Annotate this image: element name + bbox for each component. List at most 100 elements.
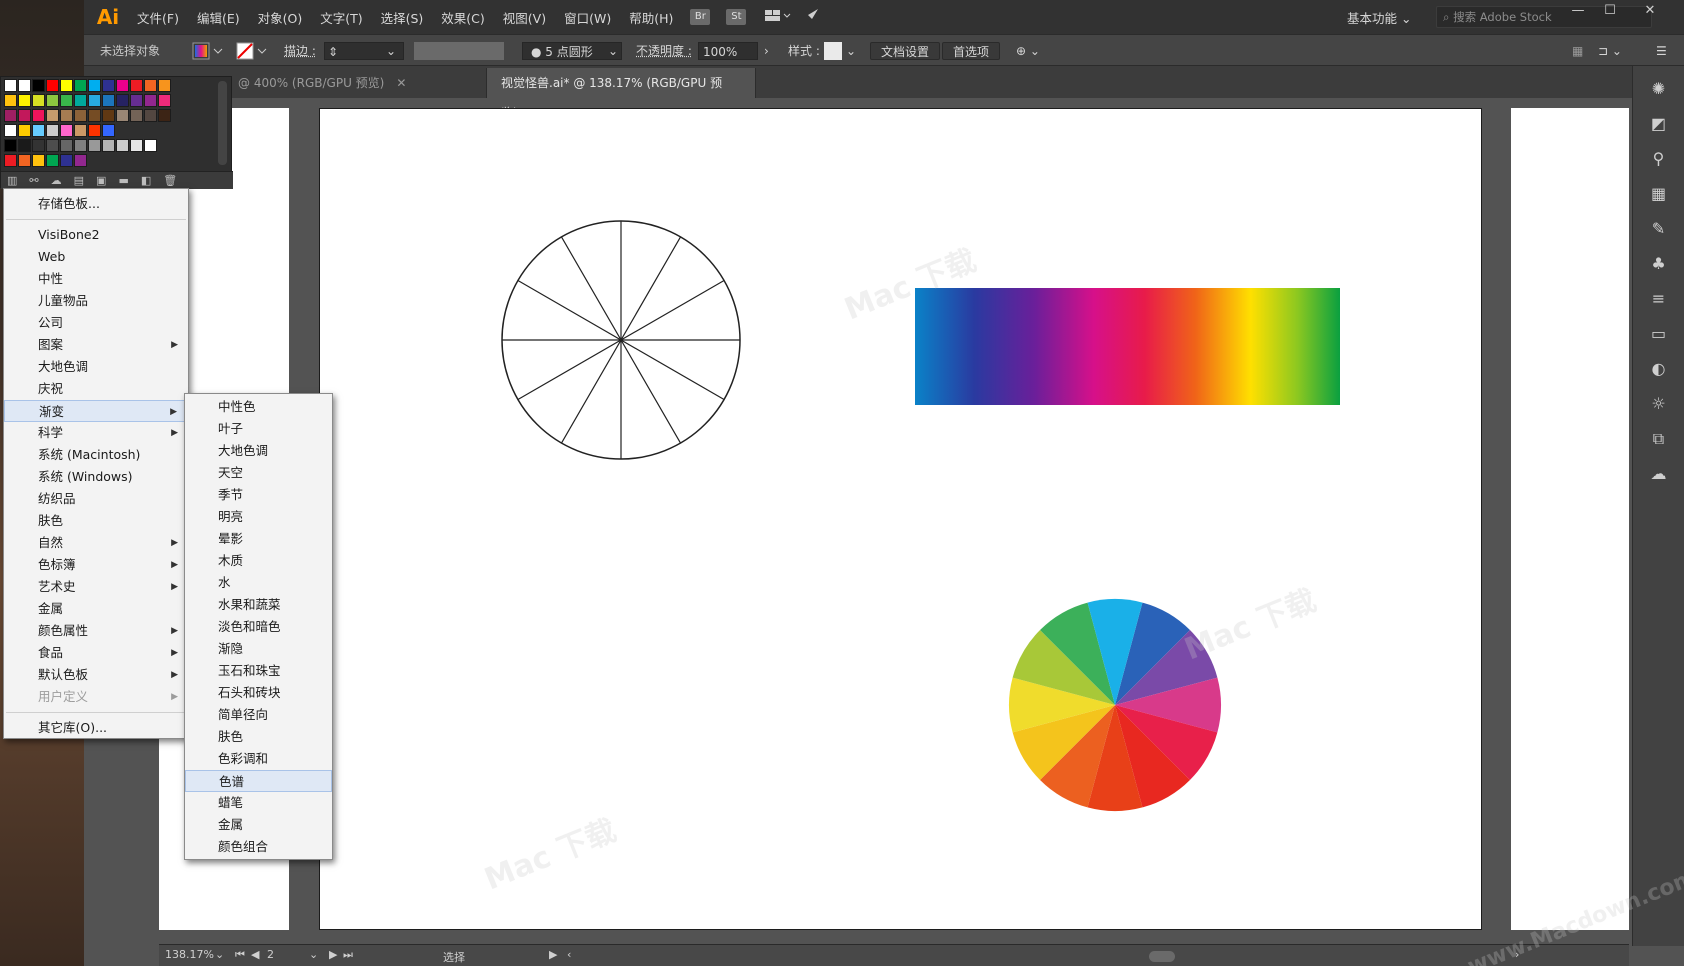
next-artboard-icon[interactable]: ▶ — [329, 948, 337, 961]
swatch-1-8[interactable] — [116, 94, 129, 107]
stroke-icon[interactable]: ≡ — [1647, 287, 1671, 311]
swatch-2-8[interactable] — [116, 109, 129, 122]
gradient-menu-item[interactable]: 晕影 — [185, 528, 332, 550]
artboard-number-field[interactable]: 2 — [267, 948, 274, 961]
gradient-menu-item[interactable]: 渐隐 — [185, 638, 332, 660]
swatch-3-4[interactable] — [60, 124, 73, 137]
swatch-5-5[interactable] — [74, 154, 87, 167]
close-window-button[interactable]: ✕ — [1636, 3, 1664, 21]
swatch-5-0[interactable] — [4, 154, 17, 167]
gradient-menu-item[interactable]: 淡色和暗色 — [185, 616, 332, 638]
swatch-0-2[interactable] — [32, 79, 45, 92]
document-setup-button[interactable]: 文档设置 — [870, 42, 940, 60]
library-menu-item[interactable]: 系统 (Macintosh) — [4, 444, 188, 466]
align-icon[interactable]: ▦ — [1572, 42, 1583, 60]
swatch-1-0[interactable] — [4, 94, 17, 107]
swatch-1-10[interactable] — [144, 94, 157, 107]
color-palette-icon[interactable]: ✺ — [1647, 77, 1671, 101]
swatch-0-8[interactable] — [116, 79, 129, 92]
zoom-dropdown-icon[interactable]: ⌄ — [215, 948, 224, 961]
swatch-2-11[interactable] — [158, 109, 171, 122]
gradient-menu-item[interactable]: 水果和蔬菜 — [185, 594, 332, 616]
graphic-style-swatch[interactable] — [824, 42, 842, 60]
library-menu-item[interactable]: 科学 ▶ — [4, 422, 188, 444]
gradient-menu-item[interactable]: 叶子 — [185, 418, 332, 440]
preferences-button[interactable]: 首选项 — [942, 42, 1000, 60]
workspace-switcher[interactable]: 基本功能 ⌄ — [1347, 8, 1411, 27]
swatch-2-1[interactable] — [18, 109, 31, 122]
fill-swatch[interactable] — [192, 42, 226, 60]
library-menu-item[interactable]: 纺织品 — [4, 488, 188, 510]
gradient-menu-item[interactable]: 色谱 — [185, 770, 332, 792]
swatch-1-6[interactable] — [88, 94, 101, 107]
scroll-left-icon[interactable]: ‹ — [567, 948, 571, 961]
gradient-menu-item[interactable]: 蜡笔 — [185, 792, 332, 814]
swatch-4-6[interactable] — [88, 139, 101, 152]
library-menu-item[interactable]: VisiBone2 — [4, 224, 188, 246]
library-menu-item[interactable]: 默认色板 ▶ — [4, 664, 188, 686]
menu-edit[interactable]: 编辑(E) — [188, 8, 249, 27]
minimize-button[interactable]: — — [1564, 3, 1592, 21]
trash-icon[interactable]: 🗑 — [163, 174, 177, 187]
library-menu-item[interactable]: 公司 — [4, 312, 188, 334]
swatch-4-1[interactable] — [18, 139, 31, 152]
swatch-1-1[interactable] — [18, 94, 31, 107]
gradient-menu-item[interactable]: 木质 — [185, 550, 332, 572]
swatch-scrollbar[interactable] — [218, 81, 227, 165]
brushes-icon[interactable]: ✎ — [1647, 217, 1671, 241]
swatch-3-0[interactable] — [4, 124, 17, 137]
cloud-library-icon[interactable]: ☁ — [51, 174, 62, 187]
gradient-menu-item[interactable]: 季节 — [185, 484, 332, 506]
swatch-1-11[interactable] — [158, 94, 171, 107]
library-menu-item[interactable]: 肤色 — [4, 510, 188, 532]
arrange-documents-icon[interactable] — [764, 8, 792, 27]
outline-wheel[interactable] — [501, 220, 741, 460]
swatch-5-1[interactable] — [18, 154, 31, 167]
swatch-4-4[interactable] — [60, 139, 73, 152]
swatch-4-8[interactable] — [116, 139, 129, 152]
transparency-icon[interactable]: ◐ — [1647, 357, 1671, 381]
menu-type[interactable]: 文字(T) — [311, 8, 371, 27]
stock-button[interactable]: St — [726, 9, 746, 25]
maximize-button[interactable]: ☐ — [1596, 3, 1624, 21]
swatch-1-4[interactable] — [60, 94, 73, 107]
opacity-label[interactable]: 不透明度 : — [636, 42, 692, 60]
swatch-5-4[interactable] — [60, 154, 73, 167]
library-menu-item[interactable]: Web — [4, 246, 188, 268]
swatch-2-2[interactable] — [32, 109, 45, 122]
library-menu-item[interactable]: 图案 ▶ — [4, 334, 188, 356]
swatch-kinds-icon[interactable]: ⚯ — [29, 174, 38, 187]
library-menu-item[interactable]: 庆祝 — [4, 378, 188, 400]
library-menu-item[interactable]: 儿童物品 — [4, 290, 188, 312]
gradient-menu-item[interactable]: 中性色 — [185, 396, 332, 418]
gpu-performance-icon[interactable] — [802, 7, 820, 28]
swatch-0-0[interactable] — [4, 79, 17, 92]
menu-item-other-library[interactable]: 其它库(O)... — [4, 717, 188, 739]
stroke-label[interactable]: 描边 : — [284, 42, 316, 60]
new-color-group-icon[interactable]: ▣ — [96, 174, 106, 187]
gradient-icon[interactable]: ▭ — [1647, 322, 1671, 346]
gradient-menu-item[interactable]: 水 — [185, 572, 332, 594]
swatch-1-2[interactable] — [32, 94, 45, 107]
gradient-menu-item[interactable]: 金属 — [185, 814, 332, 836]
swatch-2-9[interactable] — [130, 109, 143, 122]
library-menu-item[interactable]: 系统 (Windows) — [4, 466, 188, 488]
artboard-main[interactable] — [319, 108, 1482, 930]
gradient-menu-item[interactable]: 颜色组合 — [185, 836, 332, 858]
color-wheel[interactable] — [1008, 598, 1222, 812]
new-swatch-icon[interactable]: ◧ — [141, 174, 151, 187]
stroke-weight-dropdown-icon[interactable]: ⌄ — [386, 42, 396, 60]
menu-effect[interactable]: 效果(C) — [432, 8, 493, 27]
swatch-1-3[interactable] — [46, 94, 59, 107]
close-tab-icon[interactable]: ✕ — [396, 76, 406, 90]
swatch-4-7[interactable] — [102, 139, 115, 152]
swatch-1-7[interactable] — [102, 94, 115, 107]
gradient-menu-item[interactable]: 明亮 — [185, 506, 332, 528]
tab-document-1[interactable]: @ 400% (RGB/GPU 预览) ✕ — [224, 68, 479, 98]
gradient-menu-item[interactable]: 简单径向 — [185, 704, 332, 726]
gradient-menu-item[interactable]: 肤色 — [185, 726, 332, 748]
swatch-5-2[interactable] — [32, 154, 45, 167]
swatch-0-3[interactable] — [46, 79, 59, 92]
prev-artboard-icon[interactable]: ◀ — [251, 948, 259, 961]
folder-icon[interactable]: ▬ — [118, 174, 128, 187]
